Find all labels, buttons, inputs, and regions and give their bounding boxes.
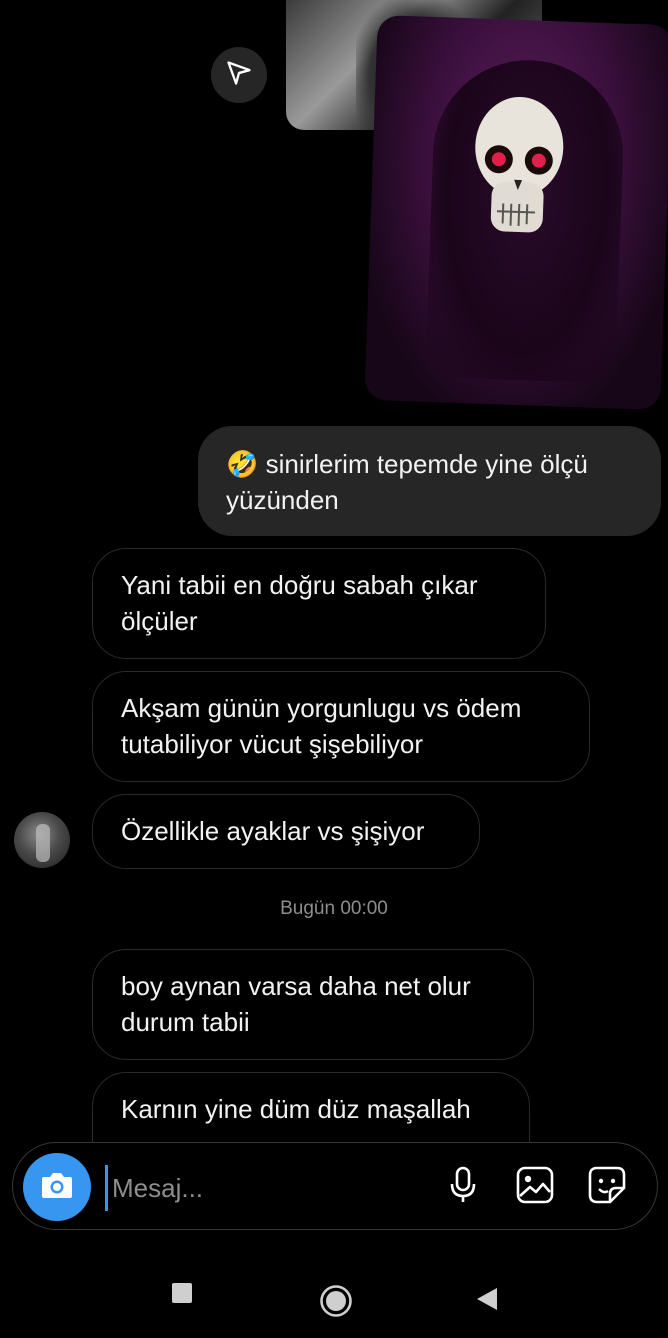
message-text: sinirlerim tepemde yine ölçü yüzünden [226,449,588,515]
message-text: Özellikle ayaklar vs şişiyor [121,816,425,846]
recents-icon[interactable] [171,1282,193,1309]
home-icon[interactable] [319,1284,353,1323]
gallery-button[interactable] [515,1166,555,1209]
message-composer [12,1142,658,1230]
sender-avatar[interactable] [14,812,70,868]
sticker-icon [588,1166,626,1209]
camera-icon [40,1170,74,1205]
message-text: Akşam günün yorgunlugu vs ödem tutabiliy… [121,693,522,759]
message-timestamp: Bugün 00:00 [280,898,388,919]
message-input[interactable] [105,1165,414,1211]
camera-button[interactable] [23,1153,91,1221]
gallery-icon [516,1166,554,1209]
received-message[interactable]: boy aynan varsa daha net olur durum tabi… [92,949,534,1060]
rofl-emoji: 🤣 [226,449,259,479]
received-message[interactable]: Yani tabii en doğru sabah çıkar ölçüler [92,548,546,659]
share-button[interactable] [211,47,267,103]
received-message[interactable]: Özellikle ayaklar vs şişiyor [92,794,480,869]
received-message[interactable]: Akşam günün yorgunlugu vs ödem tutabiliy… [92,671,590,782]
received-message[interactable]: Karnın yine düm düz maşallah [92,1072,530,1147]
microphone-icon [448,1166,478,1209]
sticker-button[interactable] [587,1166,627,1209]
send-icon [225,59,253,92]
microphone-button[interactable] [443,1166,483,1209]
shared-photo-skull-filter[interactable] [364,14,668,411]
message-text: boy aynan varsa daha net olur durum tabi… [121,971,471,1037]
sent-message[interactable]: 🤣 sinirlerim tepemde yine ölçü yüzünden [198,426,661,536]
message-text: Karnın yine düm düz maşallah [121,1094,471,1124]
back-icon[interactable] [476,1287,498,1316]
skull-image [475,96,564,233]
message-text: Yani tabii en doğru sabah çıkar ölçüler [121,570,478,636]
